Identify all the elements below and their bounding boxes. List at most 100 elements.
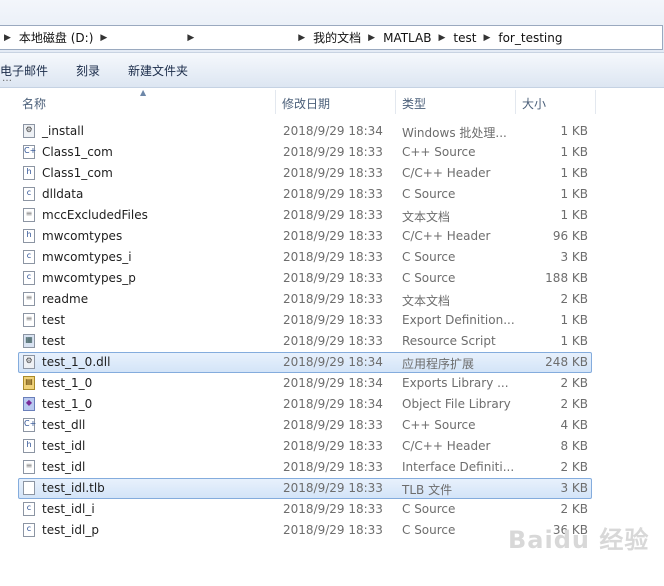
object-library-icon: ◆	[23, 397, 35, 411]
file-size: 1 KB	[560, 334, 588, 348]
file-row[interactable]: c mwcomtypes_i 2018/9/29 18:33 C Source 3 KB	[0, 247, 664, 268]
file-name: Class1_com	[42, 166, 113, 180]
address-bar-area: ▶ 本地磁盘 (D:) ▶ ▶ ▶ 我的文档 ▶ MATLAB ▶ test ▶…	[0, 0, 664, 53]
file-size: 2 KB	[560, 376, 588, 390]
file-row[interactable]: c dlldata 2018/9/29 18:33 C Source 1 KB	[0, 184, 664, 205]
file-row[interactable]: ≡ test 2018/9/29 18:33 Export Definition...…	[0, 310, 664, 331]
file-row[interactable]: ▤ test_1_0 2018/9/29 18:34 Exports Library …	[0, 373, 664, 394]
column-divider[interactable]	[595, 90, 596, 114]
column-date[interactable]: 修改日期	[282, 95, 330, 112]
chevron-right-icon[interactable]: ▶	[434, 33, 449, 43]
file-name: test_idl_i	[42, 502, 95, 516]
column-type[interactable]: 类型	[402, 95, 426, 112]
file-row[interactable]: ≡ mccExcludedFiles 2018/9/29 18:33 文本文档 1 KB	[0, 205, 664, 226]
file-size: 2 KB	[560, 397, 588, 411]
file-date: 2018/9/29 18:33	[283, 250, 383, 264]
file-size: 188 KB	[545, 271, 588, 285]
file-type: C++ Source	[402, 418, 476, 432]
cpp-source-icon: C+	[23, 145, 36, 159]
file-size: 2 KB	[560, 292, 588, 306]
crumb-test[interactable]: test	[449, 31, 479, 45]
file-row[interactable]: h mwcomtypes 2018/9/29 18:33 C/C++ Header 96…	[0, 226, 664, 247]
redacted-crumb[interactable]	[111, 31, 184, 44]
file-row[interactable]: c test_idl_i 2018/9/29 18:33 C Source 2 KB	[0, 499, 664, 520]
column-size[interactable]: 大小	[522, 95, 546, 112]
column-divider[interactable]	[395, 90, 396, 114]
file-name: dlldata	[42, 187, 84, 201]
chevron-right-icon[interactable]: ▶	[0, 33, 15, 43]
c-source-icon: c	[23, 250, 35, 264]
column-divider[interactable]	[275, 90, 276, 114]
file-date: 2018/9/29 18:33	[283, 145, 383, 159]
file-date: 2018/9/29 18:33	[283, 460, 383, 474]
file-date: 2018/9/29 18:34	[283, 376, 383, 390]
header-file-icon: h	[23, 229, 35, 243]
burn-button[interactable]: 刻录	[76, 62, 100, 79]
file-name: mwcomtypes_i	[42, 250, 132, 264]
file-type: C Source	[402, 523, 456, 537]
file-row[interactable]: c mwcomtypes_p 2018/9/29 18:33 C Source 188 …	[0, 268, 664, 289]
file-row[interactable]: ◆ test_1_0 2018/9/29 18:34 Object File Libr…	[0, 394, 664, 415]
redacted-crumb[interactable]	[198, 31, 295, 44]
file-type: C Source	[402, 187, 456, 201]
file-row[interactable]: C+ Class1_com 2018/9/29 18:33 C++ Source 1 K…	[0, 142, 664, 163]
file-type: C Source	[402, 271, 456, 285]
file-row[interactable]: C+ test_dll 2018/9/29 18:33 C++ Source 4 KB	[0, 415, 664, 436]
file-size: 8 KB	[560, 439, 588, 453]
file-date: 2018/9/29 18:34	[283, 397, 383, 411]
crumb-matlab[interactable]: MATLAB	[379, 31, 434, 45]
batch-file-icon: ⚙	[23, 124, 35, 138]
file-type: Export Definition...	[402, 313, 515, 327]
file-name: readme	[42, 292, 89, 306]
command-bar: … 电子邮件 刻录 新建文件夹	[0, 53, 664, 88]
chevron-right-icon[interactable]: ▶	[96, 33, 111, 43]
file-row[interactable]: test_idl.tlb 2018/9/29 18:33 TLB 文件 3 KB	[0, 478, 664, 499]
file-date: 2018/9/29 18:33	[283, 502, 383, 516]
watermark-logo: Baidu 经验	[508, 526, 650, 554]
export-definition-icon: ≡	[23, 313, 35, 327]
header-file-icon: h	[23, 439, 35, 453]
crumb-for-testing[interactable]: for_testing	[494, 31, 565, 45]
file-name: mwcomtypes_p	[42, 271, 136, 285]
file-row[interactable]: ⚙ test_1_0.dll 2018/9/29 18:34 应用程序扩展 248 KB	[0, 352, 664, 373]
crumb-my-documents[interactable]: 我的文档	[309, 29, 364, 46]
file-row[interactable]: ≡ readme 2018/9/29 18:33 文本文档 2 KB	[0, 289, 664, 310]
file-row[interactable]: h Class1_com 2018/9/29 18:33 C/C++ Header 1 …	[0, 163, 664, 184]
new-folder-button[interactable]: 新建文件夹	[128, 62, 188, 79]
file-type: C Source	[402, 502, 456, 516]
file-row[interactable]: ≡ test_idl 2018/9/29 18:33 Interface Defini…	[0, 457, 664, 478]
chevron-right-icon[interactable]: ▶	[364, 33, 379, 43]
file-name: test_idl	[42, 460, 86, 474]
file-date: 2018/9/29 18:33	[283, 313, 383, 327]
chevron-right-icon[interactable]: ▶	[479, 33, 494, 43]
crumb-drive-d[interactable]: 本地磁盘 (D:)	[15, 29, 96, 46]
file-date: 2018/9/29 18:34	[283, 355, 383, 369]
file-size: 248 KB	[545, 355, 588, 369]
column-divider[interactable]	[515, 90, 516, 114]
file-row[interactable]: ⚙ _install 2018/9/29 18:34 Windows 批处理... 1 …	[0, 121, 664, 142]
cpp-source-icon: C+	[23, 418, 36, 432]
overflow-grip-icon[interactable]: …	[2, 73, 12, 84]
address-bar[interactable]: ▶ 本地磁盘 (D:) ▶ ▶ ▶ 我的文档 ▶ MATLAB ▶ test ▶…	[0, 25, 663, 50]
file-type: Interface Definiti...	[402, 460, 515, 474]
file-type: Windows 批处理...	[402, 126, 507, 140]
file-size: 1 KB	[560, 313, 588, 327]
file-date: 2018/9/29 18:33	[283, 187, 383, 201]
file-name: test_idl	[42, 439, 86, 453]
file-date: 2018/9/29 18:33	[283, 418, 383, 432]
file-row[interactable]: ▦ test 2018/9/29 18:33 Resource Script 1 KB	[0, 331, 664, 352]
column-header: ▲ 名称 修改日期 类型 大小	[0, 88, 664, 114]
file-name: test_1_0	[42, 376, 93, 390]
chevron-right-icon[interactable]: ▶	[183, 33, 198, 43]
file-name: test	[42, 313, 66, 327]
file-size: 2 KB	[560, 460, 588, 474]
file-date: 2018/9/29 18:33	[283, 208, 383, 222]
chevron-right-icon[interactable]: ▶	[294, 33, 309, 43]
file-name: test_1_0.dll	[42, 355, 111, 369]
file-row[interactable]: h test_idl 2018/9/29 18:33 C/C++ Header 8 KB	[0, 436, 664, 457]
file-size: 1 KB	[560, 124, 588, 138]
file-type: Exports Library ...	[402, 376, 509, 390]
column-name[interactable]: 名称	[22, 95, 46, 112]
file-size: 1 KB	[560, 145, 588, 159]
file-type: C Source	[402, 250, 456, 264]
